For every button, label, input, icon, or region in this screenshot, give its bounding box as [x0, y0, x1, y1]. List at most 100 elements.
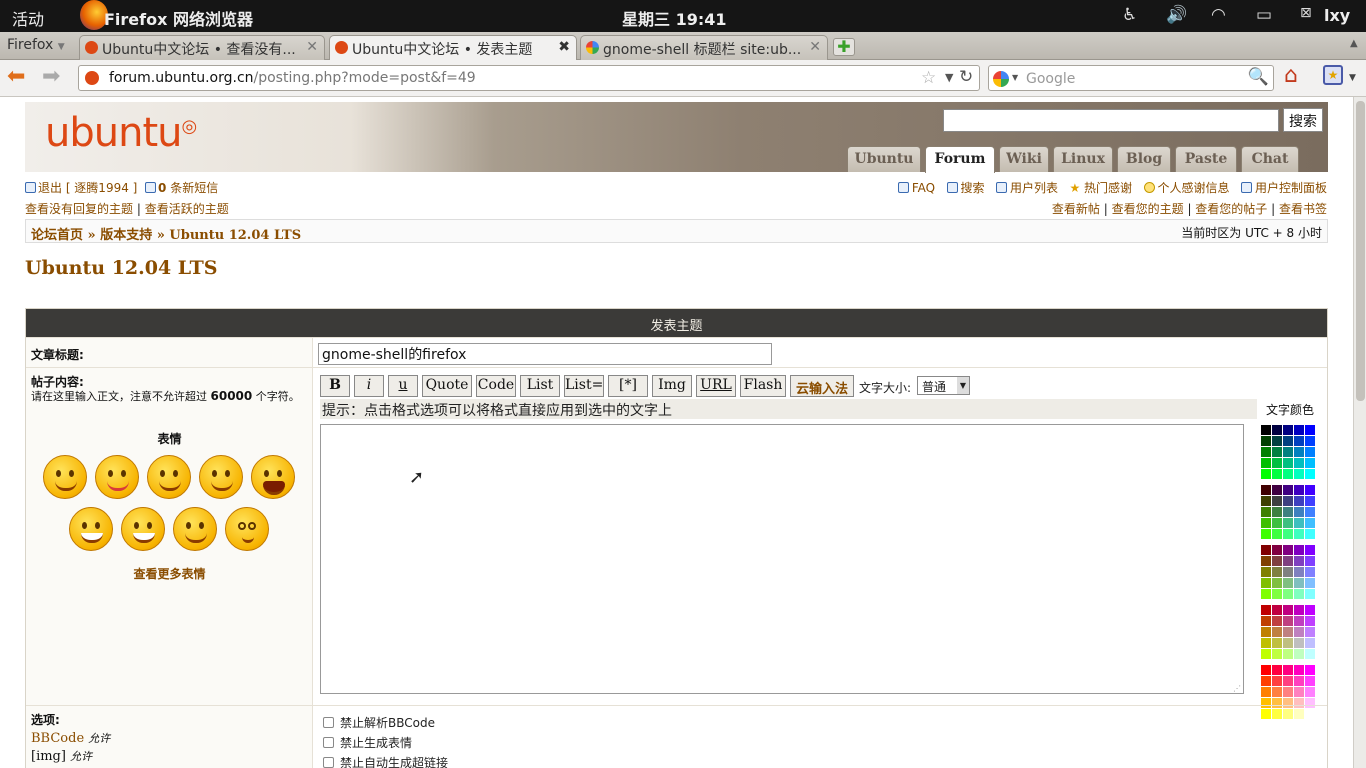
- color-swatch[interactable]: [1305, 556, 1315, 566]
- color-swatch[interactable]: [1261, 485, 1271, 495]
- chevron-down-icon[interactable]: ▼: [957, 377, 969, 394]
- color-swatch[interactable]: [1283, 649, 1293, 659]
- color-swatch[interactable]: [1283, 496, 1293, 506]
- color-swatch[interactable]: [1272, 676, 1282, 686]
- color-swatch[interactable]: [1272, 458, 1282, 468]
- color-swatch[interactable]: [1305, 447, 1315, 457]
- color-swatch[interactable]: [1283, 676, 1293, 686]
- color-swatch[interactable]: [1305, 545, 1315, 555]
- breadcrumb-home[interactable]: 论坛首页: [31, 228, 83, 243]
- color-swatch[interactable]: [1294, 649, 1304, 659]
- search-bar[interactable]: ▼ Google 🔍: [988, 65, 1274, 91]
- color-swatch[interactable]: [1261, 676, 1271, 686]
- color-swatch[interactable]: [1261, 425, 1271, 435]
- bbcode-help-link[interactable]: BBCode: [31, 731, 84, 746]
- color-swatch[interactable]: [1294, 567, 1304, 577]
- color-swatch[interactable]: [1283, 638, 1293, 648]
- logout-link[interactable]: 退出 [ 逐腾1994 ]: [38, 181, 137, 195]
- color-swatch[interactable]: [1283, 556, 1293, 566]
- color-swatch[interactable]: [1305, 676, 1315, 686]
- more-smilies-link[interactable]: 查看更多表情: [133, 567, 205, 581]
- color-swatch[interactable]: [1261, 567, 1271, 577]
- laugh-icon[interactable]: [251, 455, 295, 499]
- forward-arrow-icon[interactable]: ➡: [42, 66, 60, 88]
- breadcrumb-section[interactable]: 版本支持: [100, 228, 152, 243]
- italic-button[interactable]: i: [354, 375, 384, 397]
- color-swatch[interactable]: [1283, 436, 1293, 446]
- color-swatch[interactable]: [1261, 687, 1271, 697]
- img-button[interactable]: Img: [652, 375, 692, 397]
- color-swatch[interactable]: [1283, 687, 1293, 697]
- ubuntu-logo[interactable]: ubuntu◎: [45, 110, 197, 156]
- color-swatch[interactable]: [1294, 507, 1304, 517]
- color-swatch[interactable]: [1283, 458, 1293, 468]
- url-bar[interactable]: forum.ubuntu.org.cn/posting.php?mode=pos…: [78, 65, 980, 91]
- color-swatch[interactable]: [1294, 638, 1304, 648]
- color-swatch[interactable]: [1272, 605, 1282, 615]
- new-tab-button[interactable]: ✚: [833, 38, 855, 56]
- color-swatch[interactable]: [1272, 436, 1282, 446]
- color-swatch[interactable]: [1294, 676, 1304, 686]
- forum-title[interactable]: Ubuntu 12.04 LTS: [25, 257, 217, 279]
- your-topics-link[interactable]: 查看您的主题: [1112, 202, 1184, 216]
- color-swatch[interactable]: [1272, 578, 1282, 588]
- url-button[interactable]: URL: [696, 375, 736, 397]
- browser-tab-active[interactable]: Ubuntu中文论坛 • 发表主题 ✖: [329, 35, 577, 61]
- color-swatch[interactable]: [1272, 447, 1282, 457]
- color-swatch[interactable]: [1272, 469, 1282, 479]
- color-swatch[interactable]: [1272, 485, 1282, 495]
- list-item-button[interactable]: [*]: [608, 375, 648, 397]
- code-button[interactable]: Code: [476, 375, 516, 397]
- color-swatch[interactable]: [1272, 496, 1282, 506]
- color-swatch[interactable]: [1283, 425, 1293, 435]
- color-swatch[interactable]: [1283, 507, 1293, 517]
- search-link[interactable]: 搜索: [961, 181, 985, 195]
- color-swatch[interactable]: [1261, 638, 1271, 648]
- clock[interactable]: 星期三 19:41: [622, 6, 727, 30]
- color-swatch[interactable]: [1261, 649, 1271, 659]
- color-swatch[interactable]: [1294, 605, 1304, 615]
- disable-smilies-checkbox[interactable]: [323, 737, 334, 748]
- color-swatch[interactable]: [1272, 665, 1282, 675]
- color-swatch[interactable]: [1305, 616, 1315, 626]
- color-swatch[interactable]: [1294, 458, 1304, 468]
- color-swatch[interactable]: [1272, 529, 1282, 539]
- disable-bbcode-checkbox[interactable]: [323, 717, 334, 728]
- active-topics-link[interactable]: 查看活跃的主题: [145, 202, 229, 216]
- activities-button[interactable]: 活动: [12, 6, 44, 30]
- blush-icon[interactable]: [147, 455, 191, 499]
- color-swatch[interactable]: [1294, 496, 1304, 506]
- color-swatch[interactable]: [1305, 436, 1315, 446]
- color-swatch[interactable]: [1305, 578, 1315, 588]
- member-list-link[interactable]: 用户列表: [1010, 181, 1058, 195]
- color-swatch[interactable]: [1283, 447, 1293, 457]
- nav-blog[interactable]: Blog: [1117, 146, 1171, 172]
- chevron-down-icon[interactable]: ▼: [1012, 73, 1018, 82]
- color-swatch[interactable]: [1305, 507, 1315, 517]
- color-swatch[interactable]: [1283, 567, 1293, 577]
- wifi-icon[interactable]: ◠: [1211, 5, 1226, 25]
- accessibility-icon[interactable]: ♿: [1122, 5, 1137, 25]
- color-swatch[interactable]: [1283, 529, 1293, 539]
- color-swatch[interactable]: [1305, 627, 1315, 637]
- back-arrow-icon[interactable]: ⬅: [7, 66, 25, 88]
- color-swatch[interactable]: [1294, 665, 1304, 675]
- color-swatch[interactable]: [1294, 589, 1304, 599]
- color-swatch[interactable]: [1261, 627, 1271, 637]
- pm-link[interactable]: 条新短信: [170, 181, 218, 195]
- color-swatch[interactable]: [1272, 507, 1282, 517]
- color-swatch[interactable]: [1272, 627, 1282, 637]
- color-swatch[interactable]: [1283, 616, 1293, 626]
- user-menu[interactable]: lxy: [1324, 6, 1350, 25]
- color-swatch[interactable]: [1261, 469, 1271, 479]
- reload-icon[interactable]: ↻: [959, 67, 973, 87]
- color-swatch[interactable]: [1294, 556, 1304, 566]
- unanswered-link[interactable]: 查看没有回复的主题: [25, 202, 133, 216]
- home-icon[interactable]: ⌂: [1284, 63, 1298, 88]
- list-ordered-button[interactable]: List=: [564, 375, 604, 397]
- color-swatch[interactable]: [1261, 665, 1271, 675]
- color-swatch[interactable]: [1261, 545, 1271, 555]
- color-swatch[interactable]: [1305, 687, 1315, 697]
- ucp-link[interactable]: 用户控制面板: [1255, 181, 1327, 195]
- color-swatch[interactable]: [1283, 627, 1293, 637]
